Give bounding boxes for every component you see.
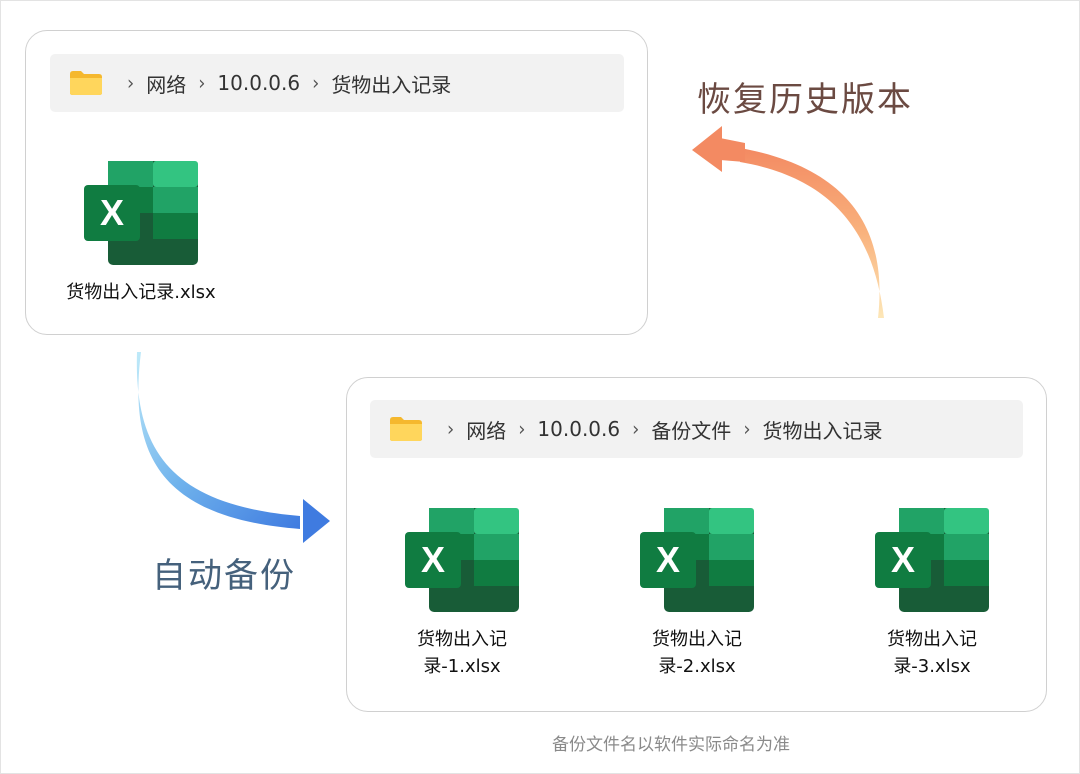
restore-label: 恢复历史版本 xyxy=(697,80,913,120)
backup-label: 自动备份 xyxy=(152,556,296,596)
restore-arrow xyxy=(136,126,884,543)
footnote: 备份文件名以软件实际命名为准 xyxy=(552,735,790,755)
